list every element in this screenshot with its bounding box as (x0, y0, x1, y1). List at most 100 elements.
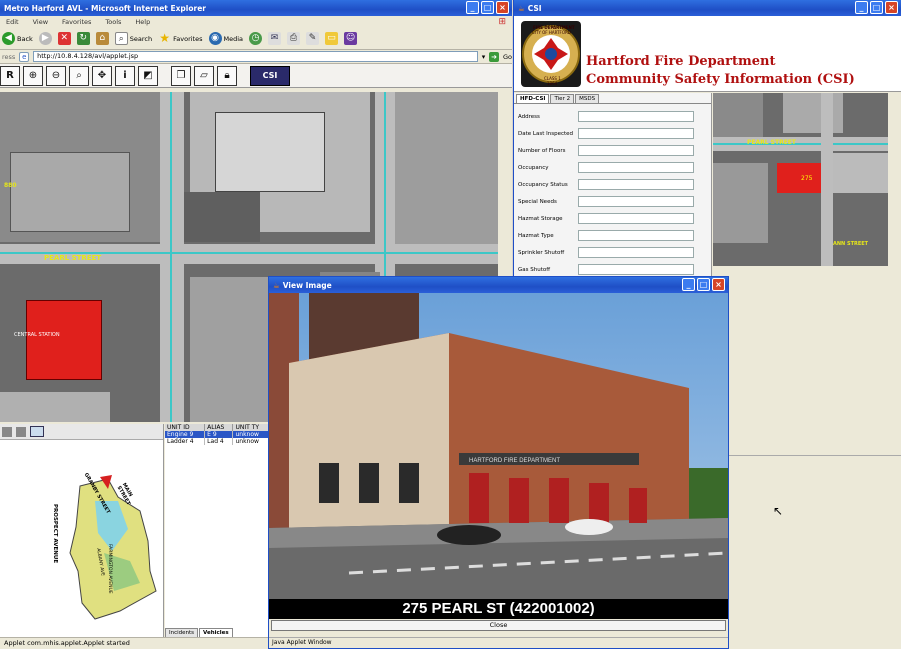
tab-tier-2[interactable]: Tier 2 (550, 94, 575, 103)
ie-menubar: Edit View Favorites Tools Help ⊞ (0, 16, 512, 28)
date-last-inspected-field[interactable] (578, 128, 694, 139)
menu-tools[interactable]: Tools (105, 18, 121, 26)
layer-icon[interactable] (2, 426, 12, 437)
minimize-icon[interactable]: _ (855, 1, 868, 14)
occupancy-status-field[interactable] (578, 179, 694, 190)
building-block (215, 112, 325, 192)
tab-hfd-csi[interactable]: HFD-CSI (516, 94, 550, 103)
csi-header-line1: Hartford Fire Department (586, 54, 776, 69)
media-icon: ◉ (208, 32, 222, 45)
hazmat-type-field[interactable] (578, 230, 694, 241)
city-overview-map[interactable] (0, 441, 164, 636)
monitor-icon[interactable] (30, 426, 44, 437)
building-block (713, 163, 768, 243)
pearl-street-label: PEARL STREET (747, 139, 796, 146)
zoom-in-icon[interactable]: ⊕ (23, 65, 43, 86)
csi-header-line2: Community Safety Information (CSI) (586, 72, 855, 87)
address-field[interactable] (578, 111, 694, 122)
pearl-street-label: PEARL STREET (44, 254, 102, 262)
col-unit-type[interactable]: UNIT TY (232, 424, 270, 431)
maximize-icon[interactable]: □ (481, 1, 494, 14)
home-icon[interactable]: ⌂ (95, 32, 109, 45)
refresh-map-tool[interactable]: R (0, 65, 20, 86)
select-icon[interactable]: ◩ (138, 65, 158, 86)
forward-arrow-icon[interactable]: ▶ (38, 32, 52, 45)
stop-icon[interactable]: ✕ (57, 32, 71, 45)
table-row[interactable]: Ladder 4 Lad 4 unknow (165, 438, 270, 445)
messenger-icon[interactable]: ☺ (344, 32, 358, 45)
east-map-label: 880 (4, 182, 17, 189)
ie-title-bar[interactable]: Metro Harford AVL - Microsoft Internet E… (0, 0, 512, 16)
units-table: UNIT ID ALIAS UNIT TY Engine 9 E 9 unkno… (165, 424, 270, 445)
tab-vehicles[interactable]: Vehicles (199, 628, 233, 637)
gas-shutoff-label: Gas Shutoff (518, 266, 551, 273)
pan-icon[interactable]: ✥ (92, 65, 112, 86)
csi-form-panel: HFD-CSI Tier 2 MSDS Address Date Last Insp… (514, 93, 712, 278)
table-row[interactable]: Engine 9 E 9 unknow (165, 431, 270, 438)
media-label: Media (223, 34, 244, 43)
photo-caption: 275 PEARL ST (422001002) (402, 600, 595, 617)
number-of-floors-field[interactable] (578, 145, 694, 156)
go-label[interactable]: Go (503, 53, 512, 61)
close-icon[interactable]: × (885, 1, 898, 14)
csi-lower-area: ↖ (728, 455, 901, 630)
csi-aerial-map[interactable]: 275 PEARL STREET ANN STREET (713, 93, 888, 266)
close-button[interactable]: Close (271, 620, 726, 631)
identify-icon[interactable]: i (115, 65, 135, 86)
refresh-icon[interactable]: ↻ (76, 32, 90, 45)
favorites-button[interactable]: ★ Favorites (158, 32, 202, 45)
maximize-icon[interactable]: □ (870, 1, 883, 14)
csi-title-bar[interactable]: ☕︎ CSI _ □ × (514, 0, 901, 16)
col-unit-id[interactable]: UNIT ID (165, 424, 206, 431)
copy-icon[interactable]: ❐ (171, 65, 191, 86)
menu-favorites[interactable]: Favorites (62, 18, 91, 26)
lock-icon[interactable]: 🔒︎ (217, 65, 237, 86)
eraser-icon[interactable]: ▱ (194, 65, 214, 86)
hazmat-storage-field[interactable] (578, 213, 694, 224)
csi-title: CSI (527, 3, 542, 13)
view-image-title-bar[interactable]: ☕︎ View Image _ □ × (269, 277, 728, 293)
search-button[interactable]: ⌕ Search (114, 32, 152, 45)
minimize-icon[interactable]: _ (682, 278, 695, 291)
station-highlight[interactable] (777, 163, 821, 193)
go-arrow-icon[interactable]: ➜ (489, 51, 499, 62)
csi-button[interactable]: CSI (250, 65, 290, 86)
star-icon: ★ (159, 31, 170, 45)
dropdown-arrow-icon[interactable]: ▾ (482, 53, 486, 61)
special-needs-field[interactable] (578, 196, 694, 207)
central-station-highlight[interactable] (26, 300, 102, 380)
cell: Engine 9 (165, 431, 206, 438)
tab-msds[interactable]: MSDS (575, 94, 600, 103)
sprinkler-shutoff-field[interactable] (578, 247, 694, 258)
zoom-out-icon[interactable]: ⊖ (46, 65, 66, 86)
form-row-sprinkler: Sprinkler Shutoff (514, 244, 711, 261)
media-button[interactable]: ◉ Media (208, 32, 244, 45)
form-row-hazmat-type: Hazmat Type (514, 227, 711, 244)
menu-help[interactable]: Help (135, 18, 150, 26)
print-icon[interactable]: ⎙ (287, 32, 301, 45)
edit-icon[interactable]: ✎ (306, 32, 320, 45)
occupancy-field[interactable] (578, 162, 694, 173)
col-alias[interactable]: ALIAS (204, 424, 234, 431)
badge-est: 1864 (547, 81, 558, 86)
tab-incidents[interactable]: Incidents (165, 628, 199, 637)
cell: unknow (232, 431, 270, 438)
zoom-window-icon[interactable]: ⌕ (69, 65, 89, 86)
folder-icon[interactable]: ▭ (325, 32, 339, 45)
bottom-tabs: Incidents Vehicles (165, 628, 234, 637)
search-icon: ⌕ (114, 32, 128, 45)
close-icon[interactable]: × (496, 1, 509, 14)
gas-shutoff-field[interactable] (578, 264, 694, 275)
history-icon[interactable]: ◷ (249, 32, 263, 45)
mail-icon[interactable]: ✉ (268, 32, 282, 45)
status-text: Applet com.mhis.applet.Applet started (4, 639, 130, 647)
back-button[interactable]: ◀ Back (2, 32, 33, 45)
layer-icon[interactable] (16, 426, 26, 437)
maximize-icon[interactable]: □ (697, 278, 710, 291)
menu-view[interactable]: View (33, 18, 48, 26)
close-icon[interactable]: × (712, 278, 725, 291)
address-input[interactable]: http://10.8.4.128/avl/applet.jsp (33, 51, 478, 62)
menu-edit[interactable]: Edit (6, 18, 19, 26)
occupancy-label: Occupancy (518, 164, 549, 171)
minimize-icon[interactable]: _ (466, 1, 479, 14)
